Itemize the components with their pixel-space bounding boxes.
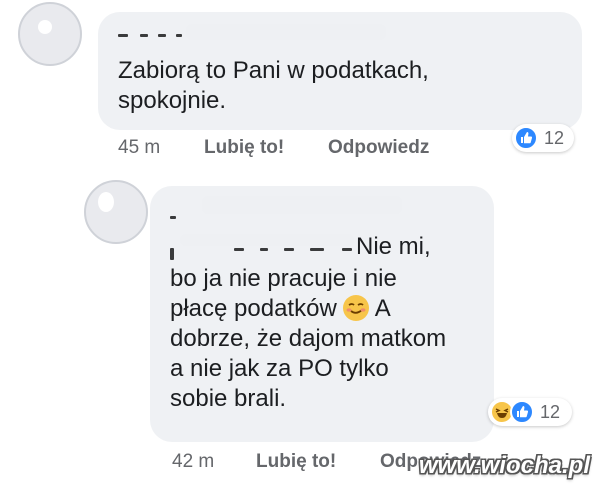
site-watermark: www.wiocha.pl	[418, 452, 590, 479]
redacted-author-name	[176, 34, 182, 37]
comment-bubble: Zabiorą to Pani w podatkach, spokojnie.	[98, 12, 582, 130]
comment-text-line: sobie brali.	[170, 385, 287, 412]
redacted-author-name	[140, 34, 148, 37]
avatar[interactable]	[18, 2, 82, 66]
comment-text-line: dobrze, że dajom matkom	[170, 325, 447, 352]
redacted-author-name	[342, 248, 352, 251]
reaction-count: 12	[544, 128, 565, 148]
redaction-scribble	[186, 24, 386, 40]
redacted-author-name	[118, 34, 128, 37]
smirk-emoji-icon	[343, 295, 370, 321]
avatar[interactable]	[84, 180, 148, 244]
comment-text-line: a nie jak za PO tylko	[170, 355, 389, 382]
comment-text-fragment: płacę podatków	[170, 295, 337, 322]
like-icon	[510, 400, 534, 424]
redacted-author-name	[284, 248, 294, 251]
comment-text: bo ja nie pracuje i nie płacę podatków A…	[170, 264, 490, 414]
reaction-summary[interactable]: 12	[488, 398, 572, 426]
comment-text: Nie mi,	[356, 232, 431, 262]
comment-text-line: płacę podatków A	[170, 294, 490, 324]
comment-text: Zabiorą to Pani w podatkach, spokojnie.	[118, 56, 568, 116]
redaction-scribble	[202, 196, 402, 214]
redacted-author-name	[234, 248, 244, 251]
redacted-author-name	[170, 216, 176, 219]
like-button[interactable]: Lubię to!	[204, 137, 284, 159]
comment-text-line: spokojnie.	[118, 87, 227, 114]
comment-text-line: bo ja nie pracuje i nie	[170, 265, 397, 292]
reaction-summary[interactable]: 12	[512, 124, 574, 152]
comment-timestamp[interactable]: 45 m	[118, 137, 160, 159]
reply-button[interactable]: Odpowiedz	[328, 137, 429, 159]
redacted-author-name	[158, 34, 166, 37]
redacted-author-name	[260, 248, 268, 251]
like-icon	[514, 126, 538, 150]
reaction-count: 12	[540, 402, 561, 422]
redacted-author-name	[310, 248, 324, 251]
comment-text-fragment: A	[374, 295, 391, 322]
comment-text-line: Nie mi,	[356, 233, 431, 260]
comment-timestamp[interactable]: 42 m	[172, 451, 214, 473]
comment-bubble: Nie mi, bo ja nie pracuje i nie płacę po…	[150, 186, 494, 442]
comment-text-line: Zabiorą to Pani w podatkach,	[118, 57, 429, 84]
redaction-scribble	[180, 234, 354, 246]
redacted-author-name	[170, 248, 174, 260]
like-button[interactable]: Lubię to!	[256, 451, 336, 473]
